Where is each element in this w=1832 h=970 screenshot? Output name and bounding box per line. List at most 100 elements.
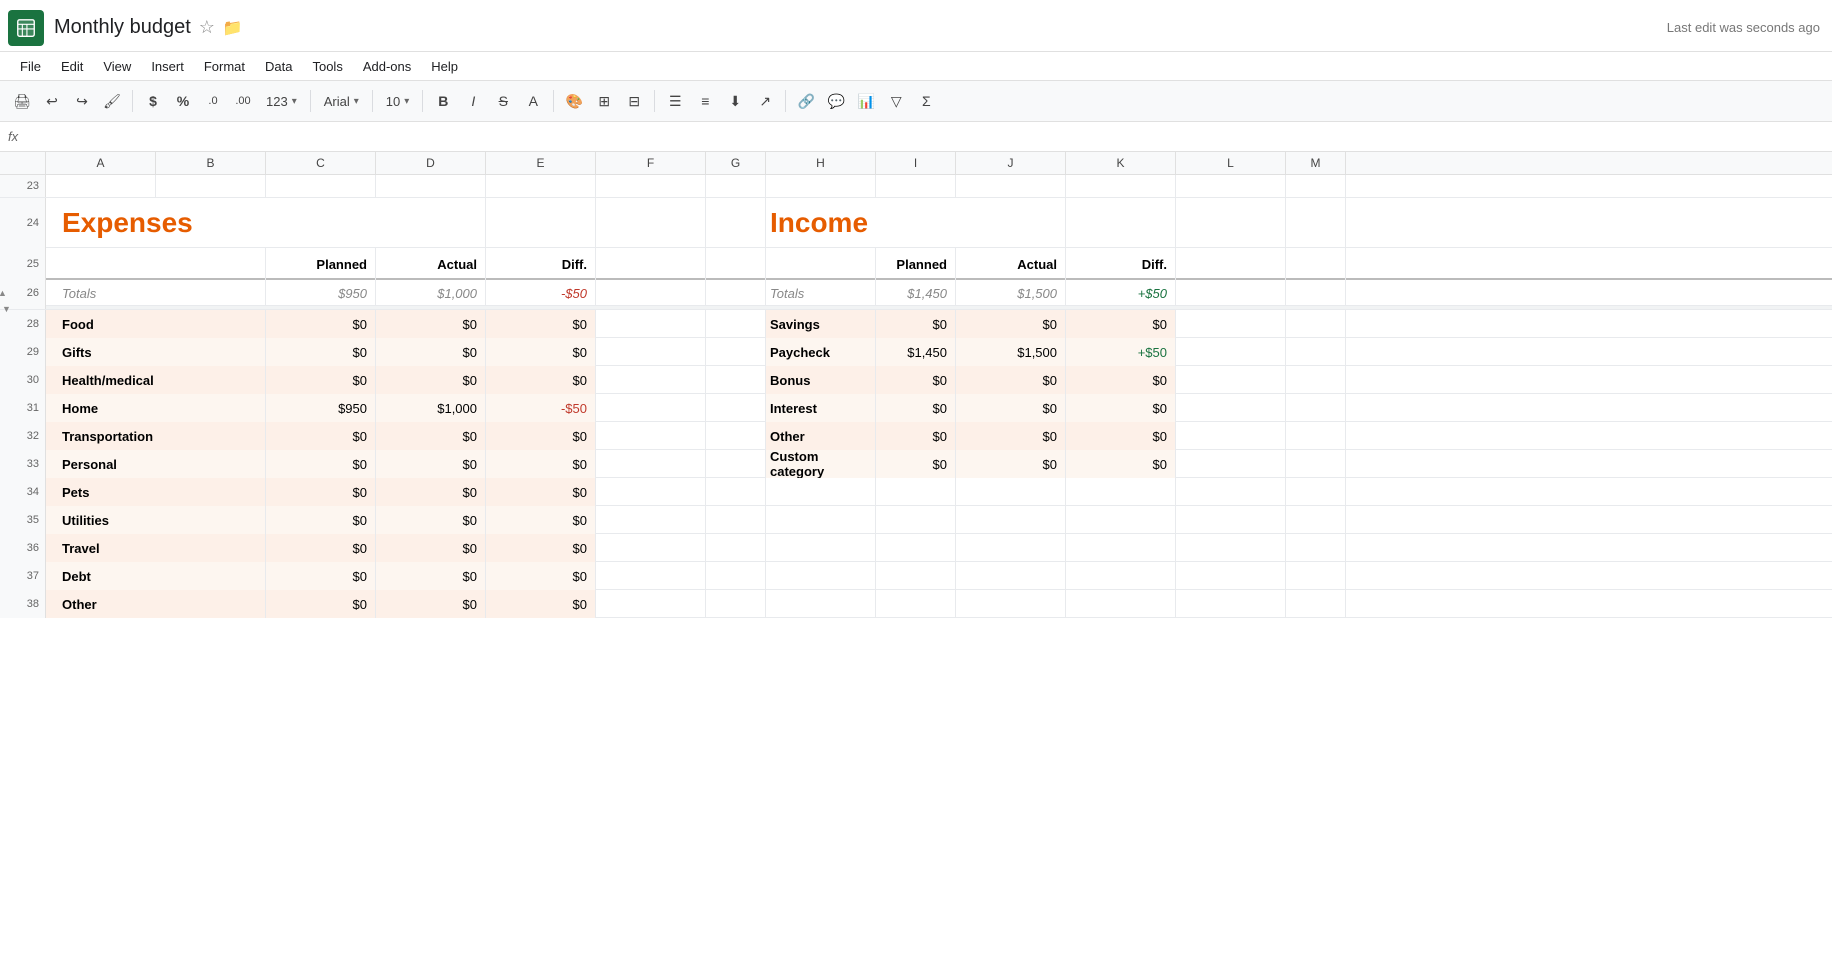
- cell-f33[interactable]: [596, 450, 706, 478]
- cell-c38-expense-planned[interactable]: $0: [266, 590, 376, 618]
- cell-d23[interactable]: [376, 175, 486, 197]
- cell-f28[interactable]: [596, 310, 706, 338]
- cell-i34-income-planned[interactable]: [876, 478, 956, 506]
- comment-button[interactable]: 💬: [822, 87, 850, 115]
- cell-e30-expense-diff[interactable]: $0: [486, 366, 596, 394]
- cell-e37-expense-diff[interactable]: $0: [486, 562, 596, 590]
- cell-g32[interactable]: [706, 422, 766, 450]
- cell-g35[interactable]: [706, 506, 766, 534]
- cell-h36-income-cat[interactable]: [766, 534, 876, 562]
- cell-a38-expense-cat[interactable]: Other: [46, 590, 266, 618]
- cell-i32-income-planned[interactable]: $0: [876, 422, 956, 450]
- cell-e29-expense-diff[interactable]: $0: [486, 338, 596, 366]
- fontsize-dropdown[interactable]: 10▾: [379, 87, 417, 115]
- cell-c37-expense-planned[interactable]: $0: [266, 562, 376, 590]
- cell-d25-actual[interactable]: Actual: [376, 248, 486, 280]
- cell-f26[interactable]: [596, 280, 706, 306]
- cell-m35[interactable]: [1286, 506, 1346, 534]
- col-header-j[interactable]: J: [956, 152, 1066, 174]
- cell-f23[interactable]: [596, 175, 706, 197]
- cell-i25-planned[interactable]: Planned: [876, 248, 956, 280]
- cell-g28[interactable]: [706, 310, 766, 338]
- menu-tools[interactable]: Tools: [304, 56, 350, 77]
- cell-c30-expense-planned[interactable]: $0: [266, 366, 376, 394]
- cell-j29-income-actual[interactable]: $1,500: [956, 338, 1066, 366]
- functions-button[interactable]: Σ: [912, 87, 940, 115]
- cell-h26-totals[interactable]: Totals: [766, 280, 876, 306]
- cell-a36-expense-cat[interactable]: Travel: [46, 534, 266, 562]
- cell-k33-income-diff[interactable]: $0: [1066, 450, 1176, 478]
- cell-l31[interactable]: [1176, 394, 1286, 422]
- cell-g24[interactable]: [706, 198, 766, 248]
- cell-h24-income-title[interactable]: Income: [766, 198, 1066, 248]
- cell-k25-diff[interactable]: Diff.: [1066, 248, 1176, 280]
- link-button[interactable]: 🔗: [792, 87, 820, 115]
- cell-a25[interactable]: [46, 248, 266, 280]
- cell-g30[interactable]: [706, 366, 766, 394]
- cell-m28[interactable]: [1286, 310, 1346, 338]
- menu-view[interactable]: View: [95, 56, 139, 77]
- cell-d33-expense-actual[interactable]: $0: [376, 450, 486, 478]
- cell-c36-expense-planned[interactable]: $0: [266, 534, 376, 562]
- cell-d31-expense-actual[interactable]: $1,000: [376, 394, 486, 422]
- cell-c33-expense-planned[interactable]: $0: [266, 450, 376, 478]
- cell-l32[interactable]: [1176, 422, 1286, 450]
- merge-button[interactable]: ⊟: [620, 87, 648, 115]
- cell-k36-income-diff[interactable]: [1066, 534, 1176, 562]
- folder-icon[interactable]: 📁: [223, 18, 243, 38]
- cell-g38[interactable]: [706, 590, 766, 618]
- cell-f35[interactable]: [596, 506, 706, 534]
- cell-c23[interactable]: [266, 175, 376, 197]
- cell-j26-actual[interactable]: $1,500: [956, 280, 1066, 306]
- font-dropdown[interactable]: Arial▾: [317, 87, 366, 115]
- italic-button[interactable]: I: [459, 87, 487, 115]
- cell-c25-planned[interactable]: Planned: [266, 248, 376, 280]
- cell-e23[interactable]: [486, 175, 596, 197]
- cell-a24-expenses-title[interactable]: Expenses: [46, 198, 486, 248]
- menu-edit[interactable]: Edit: [53, 56, 91, 77]
- cell-i36-income-planned[interactable]: [876, 534, 956, 562]
- cell-m25[interactable]: [1286, 248, 1346, 280]
- cell-a32-expense-cat[interactable]: Transportation: [46, 422, 266, 450]
- cell-i26-planned[interactable]: $1,450: [876, 280, 956, 306]
- cell-l24[interactable]: [1176, 198, 1286, 248]
- cell-e32-expense-diff[interactable]: $0: [486, 422, 596, 450]
- cell-i31-income-planned[interactable]: $0: [876, 394, 956, 422]
- cell-d35-expense-actual[interactable]: $0: [376, 506, 486, 534]
- cell-c31-expense-planned[interactable]: $950: [266, 394, 376, 422]
- percent-button[interactable]: %: [169, 87, 197, 115]
- cell-d34-expense-actual[interactable]: $0: [376, 478, 486, 506]
- cell-k26-diff[interactable]: +$50: [1066, 280, 1176, 306]
- align-left-button[interactable]: ☰: [661, 87, 689, 115]
- cell-d32-expense-actual[interactable]: $0: [376, 422, 486, 450]
- cell-e26-diff[interactable]: -$50: [486, 280, 596, 306]
- cell-h33-income-cat[interactable]: Custom category: [766, 450, 876, 478]
- cell-j33-income-actual[interactable]: $0: [956, 450, 1066, 478]
- col-header-h[interactable]: H: [766, 152, 876, 174]
- col-header-f[interactable]: F: [596, 152, 706, 174]
- col-header-d[interactable]: D: [376, 152, 486, 174]
- print-button[interactable]: 🖨: [8, 87, 36, 115]
- menu-insert[interactable]: Insert: [143, 56, 192, 77]
- vertical-align-button[interactable]: ⬇: [721, 87, 749, 115]
- cell-c35-expense-planned[interactable]: $0: [266, 506, 376, 534]
- cell-g33[interactable]: [706, 450, 766, 478]
- cell-i37-income-planned[interactable]: [876, 562, 956, 590]
- cell-c28-expense-planned[interactable]: $0: [266, 310, 376, 338]
- cell-c34-expense-planned[interactable]: $0: [266, 478, 376, 506]
- cell-f31[interactable]: [596, 394, 706, 422]
- cell-k31-income-diff[interactable]: $0: [1066, 394, 1176, 422]
- cell-i28-income-planned[interactable]: $0: [876, 310, 956, 338]
- cell-k29-income-diff[interactable]: +$50: [1066, 338, 1176, 366]
- cell-g36[interactable]: [706, 534, 766, 562]
- chart-button[interactable]: 📊: [852, 87, 880, 115]
- cell-f37[interactable]: [596, 562, 706, 590]
- cell-j36-income-actual[interactable]: [956, 534, 1066, 562]
- cell-e38-expense-diff[interactable]: $0: [486, 590, 596, 618]
- cell-j32-income-actual[interactable]: $0: [956, 422, 1066, 450]
- col-header-a[interactable]: A: [46, 152, 156, 174]
- cell-d29-expense-actual[interactable]: $0: [376, 338, 486, 366]
- cell-c29-expense-planned[interactable]: $0: [266, 338, 376, 366]
- cell-m29[interactable]: [1286, 338, 1346, 366]
- cell-g37[interactable]: [706, 562, 766, 590]
